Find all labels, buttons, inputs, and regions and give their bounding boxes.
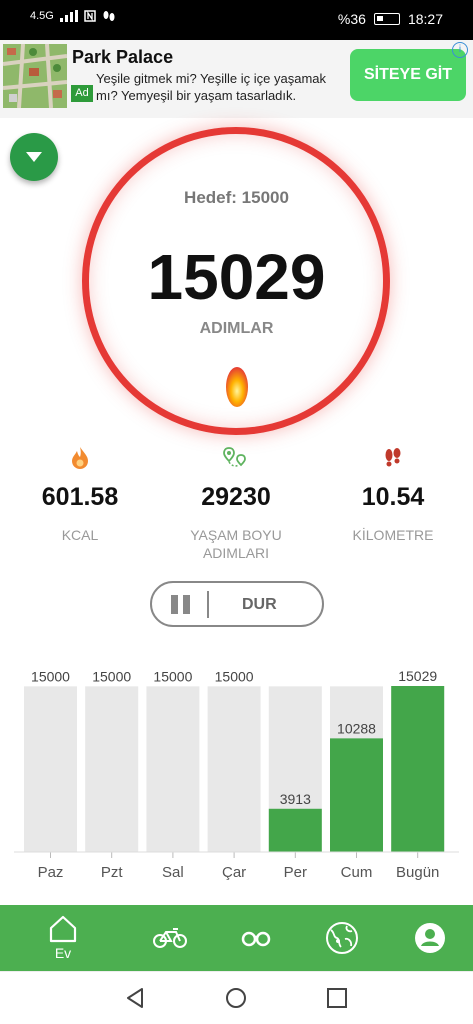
goal-bar-3: [207, 686, 261, 852]
system-nav-bar: [0, 971, 473, 1024]
nav-profile[interactable]: [408, 905, 452, 971]
bar-value-label-3: 15000: [215, 668, 254, 684]
step-count: 15029: [147, 241, 326, 313]
clock: 18:27: [407, 11, 443, 27]
bar-value-label-0: 15000: [31, 668, 70, 684]
goal-bar-2: [146, 686, 200, 852]
stat-lifetime-steps-label: YAŞAM BOYU ADIMLARI: [190, 527, 282, 561]
stat-kilometers-label: KİLOMETRE: [352, 527, 434, 543]
steps-bar-4: [268, 808, 322, 852]
ad-title[interactable]: Park Palace: [72, 47, 173, 68]
stat-kcal-label: KCAL: [61, 527, 99, 543]
binoculars-icon: [241, 931, 271, 947]
goal-bar-0: [24, 686, 77, 852]
stat-lifetime-steps-value: 29230: [201, 483, 271, 511]
route-icon: [223, 447, 246, 467]
goal-bar-1: [85, 686, 139, 852]
stat-kilometers-value: 10.54: [361, 483, 425, 511]
pause-label: DUR: [242, 596, 277, 613]
nav-home[interactable]: Ev: [38, 905, 88, 971]
ad-badge: Ad: [71, 85, 93, 102]
ad-info-icon[interactable]: i: [452, 42, 468, 58]
bar-value-label-5: 10288: [337, 720, 376, 736]
steps-bar-6: [391, 686, 445, 852]
steps-bar-5: [330, 738, 383, 852]
ad-text[interactable]: Yeşile gitmek mi? Yeşille iç içe yaşamak…: [96, 70, 336, 104]
weekly-steps-chart: 15000 Paz 15000 Pzt 15000 Sal 15000 Çar 3913 Per 1…: [14, 668, 459, 881]
pause-icon: [171, 595, 190, 614]
stat-kcal: 601.58 KCAL: [5, 445, 155, 544]
x-tick-label-5: Cum: [341, 864, 373, 881]
x-tick-label-4: Per: [284, 864, 307, 881]
steps-status-icon: [103, 11, 115, 21]
nav-bike[interactable]: [148, 905, 192, 971]
footprints-icon: [385, 448, 401, 467]
x-tick-label-6: Bugün: [396, 864, 439, 881]
home-circle-icon[interactable]: [224, 986, 248, 1010]
home-icon: [49, 915, 77, 943]
globe-icon: [326, 922, 358, 954]
ad-cta-button[interactable]: SİTEYE GİT: [350, 49, 466, 101]
nav-binoculars[interactable]: [234, 905, 278, 971]
flame-icon: [226, 367, 248, 407]
bar-value-label-1: 15000: [92, 668, 131, 684]
pause-divider: [207, 591, 209, 618]
stat-lifetime-steps: 29230 YAŞAM BOYU ADIMLARI: [161, 445, 311, 562]
back-icon[interactable]: [123, 986, 147, 1010]
pause-button[interactable]: DUR: [150, 581, 324, 627]
bike-icon: [153, 928, 187, 948]
ad-thumbnail[interactable]: [3, 44, 67, 108]
status-bar: 4.5G %36 18:27: [0, 0, 473, 40]
goal-label: Hedef: 15000: [184, 188, 289, 207]
recents-icon[interactable]: [326, 987, 348, 1009]
bar-value-label-2: 15000: [153, 668, 192, 684]
nav-home-label: Ev: [54, 945, 72, 961]
bar-value-label-6: 15029: [398, 668, 437, 684]
x-tick-label-3: Çar: [222, 864, 246, 881]
dropdown-button[interactable]: [10, 133, 58, 181]
stat-kcal-value: 601.58: [41, 483, 119, 511]
bottom-nav: Ev: [0, 905, 473, 971]
chevron-down-icon: [26, 152, 42, 162]
nav-globe[interactable]: [320, 905, 364, 971]
nfc-icon: [84, 10, 96, 22]
battery-icon: [373, 13, 400, 25]
stat-kilometers: 10.54 KİLOMETRE: [318, 445, 468, 544]
calorie-flame-icon: [72, 447, 88, 469]
x-tick-label-0: Paz: [38, 864, 64, 881]
x-tick-label-2: Sal: [162, 864, 184, 881]
steps-label: ADIMLAR: [199, 320, 274, 337]
battery-percent: %36: [337, 11, 366, 27]
bar-value-label-4: 3913: [280, 791, 311, 807]
x-tick-label-1: Pzt: [101, 864, 124, 881]
profile-icon: [415, 923, 445, 953]
signal-icon: [59, 10, 78, 22]
network-label: 4.5G: [30, 10, 54, 22]
